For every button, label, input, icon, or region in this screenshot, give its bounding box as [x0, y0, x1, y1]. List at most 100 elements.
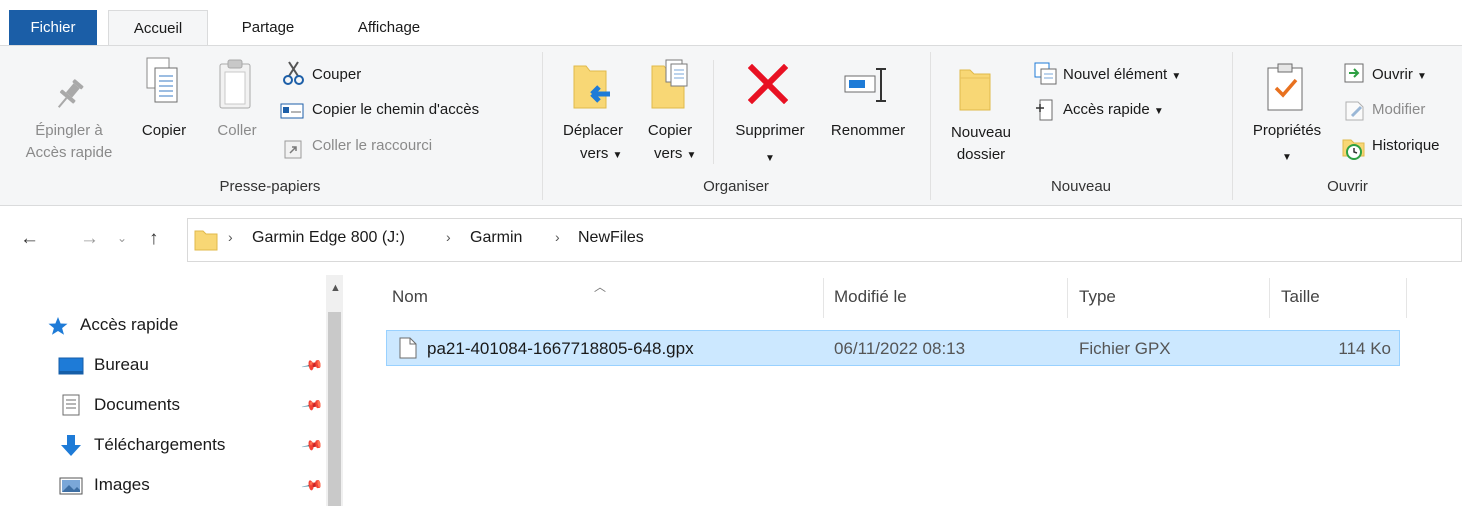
breadcrumb-chevron-icon[interactable]: › [228, 229, 233, 245]
file-size: 114 Ko [1338, 339, 1391, 358]
paste-label: Coller [217, 122, 257, 139]
organize-group-label: Organiser [703, 178, 769, 195]
chevron-down-icon: ▼ [1171, 71, 1182, 82]
column-header-name[interactable]: Nom [392, 287, 428, 307]
paste-shortcut-icon [284, 140, 302, 159]
documents-icon [62, 394, 80, 416]
new-folder-label-line2: dossier [956, 146, 1006, 163]
copy-label: Copier [141, 122, 187, 139]
column-header-type[interactable]: Type [1079, 287, 1116, 307]
ribbon-tab-bar: Fichier Accueil Partage Affichage [0, 0, 1462, 47]
column-divider[interactable] [823, 278, 824, 318]
tab-accueil[interactable]: Accueil [108, 10, 208, 47]
copy-icon [146, 57, 178, 103]
breadcrumb-newfiles[interactable]: NewFiles [578, 229, 644, 247]
paste-shortcut-label: Coller le raccourci [312, 137, 433, 154]
file-modified: 06/11/2022 08:13 [834, 339, 966, 358]
copy-path-icon [280, 103, 304, 119]
edit-label: Modifier [1372, 101, 1426, 118]
copy-to-icon [651, 59, 688, 109]
column-divider[interactable] [1067, 278, 1068, 318]
paste-icon [219, 59, 251, 109]
copy-to-label-line2: vers ▼ [654, 143, 696, 167]
nav-item-images[interactable]: Images 📌 [58, 465, 328, 505]
properties-icon [1267, 63, 1303, 111]
easy-access-icon [1036, 99, 1053, 121]
file-name: pa21-401084-1667718805-648.gpx [427, 339, 694, 358]
rename-label: Renommer [830, 122, 906, 139]
new-item-icon [1034, 62, 1057, 85]
column-divider[interactable] [1406, 278, 1407, 318]
nav-item-downloads[interactable]: Téléchargements 📌 [58, 425, 328, 465]
download-arrow-icon [61, 435, 81, 456]
column-header-size[interactable]: Taille [1281, 287, 1320, 307]
edit-icon [1345, 101, 1364, 121]
copy-path-label: Copier le chemin d'accès [312, 101, 480, 118]
breadcrumb-chevron-icon[interactable]: › [446, 229, 451, 245]
chevron-down-icon: ▼ [612, 150, 623, 161]
breadcrumb-garmin[interactable]: Garmin [470, 229, 522, 247]
move-to-icon [573, 65, 610, 109]
tab-fichier[interactable]: Fichier [9, 10, 97, 45]
easy-access-label: Accès rapide ▼ [1063, 99, 1164, 123]
chevron-down-icon: ▼ [1282, 152, 1292, 163]
address-bar[interactable]: › Garmin Edge 800 (J:) › Garmin › NewFil… [187, 218, 1462, 262]
breadcrumb-chevron-icon[interactable]: › [555, 229, 560, 245]
scissors-icon [283, 61, 304, 85]
new-folder-icon [959, 69, 991, 111]
ribbon-separator [713, 60, 714, 164]
chevron-down-icon: ▼ [765, 153, 775, 164]
up-arrow-icon[interactable]: ↑ [149, 228, 159, 250]
delete-x-icon [748, 64, 788, 104]
pin-icon [57, 79, 84, 108]
file-type: Fichier GPX [1079, 339, 1171, 358]
pin-label-line2: Accès rapide [25, 144, 113, 161]
file-icon [399, 337, 417, 359]
copy-to-label-line1: Copier [647, 122, 693, 139]
breadcrumb-drive[interactable]: Garmin Edge 800 (J:) [252, 229, 405, 247]
chevron-down-icon: ▼ [1417, 71, 1427, 82]
bureau-label: Bureau [94, 355, 149, 374]
images-label: Images [94, 475, 150, 494]
open-text: Ouvrir [1372, 66, 1413, 83]
open-icon [1344, 63, 1364, 83]
move-to-label-text: vers [580, 145, 609, 162]
history-label: Historique [1372, 137, 1440, 154]
column-divider[interactable] [1269, 278, 1270, 318]
scroll-up-arrow-icon[interactable]: ▲ [330, 282, 341, 294]
star-icon [48, 317, 68, 335]
open-group-label: Ouvrir [1327, 178, 1368, 195]
downloads-label: Téléchargements [94, 435, 226, 454]
new-item-label: Nouvel élément ▼ [1063, 64, 1181, 88]
nav-item-documents[interactable]: Documents 📌 [58, 385, 328, 425]
easy-access-text: Accès rapide [1063, 101, 1150, 118]
desktop-icon [58, 357, 84, 375]
new-group-label: Nouveau [1050, 178, 1112, 195]
back-arrow-icon[interactable]: ← [20, 228, 39, 250]
chevron-down-icon: ▼ [686, 150, 697, 161]
move-to-label-line1: Déplacer [562, 122, 624, 139]
file-row[interactable]: pa21-401084-1667718805-648.gpx 06/11/202… [386, 330, 1400, 366]
forward-arrow-icon[interactable]: → [80, 228, 99, 250]
open-label: Ouvrir ▼ [1372, 64, 1427, 88]
quick-access-label: Accès rapide [80, 315, 179, 334]
new-item-text: Nouvel élément [1063, 66, 1168, 83]
pictures-icon [59, 477, 83, 495]
tab-affichage[interactable]: Affichage [334, 10, 444, 46]
copy-to-label-text: vers [654, 145, 683, 162]
nav-item-bureau[interactable]: Bureau 📌 [58, 345, 328, 385]
documents-label: Documents [94, 395, 180, 414]
ribbon: Épingler à Accès rapide Copier Coller Co… [0, 45, 1462, 206]
clipboard-group-label: Presse-papiers [219, 178, 321, 195]
move-to-label-line2: vers ▼ [580, 143, 622, 167]
tab-partage[interactable]: Partage [224, 10, 312, 46]
folder-icon [194, 230, 218, 251]
properties-label: Propriétés [1252, 122, 1322, 139]
new-folder-label-line1: Nouveau [950, 124, 1012, 141]
nav-scrollbar-thumb[interactable] [328, 312, 341, 506]
history-icon [1342, 139, 1365, 160]
column-header-modified[interactable]: Modifié le [834, 287, 907, 307]
delete-label: Supprimer [735, 122, 805, 139]
rename-icon [844, 68, 886, 102]
recent-locations-chevron-icon[interactable]: ⌄ [117, 231, 127, 245]
